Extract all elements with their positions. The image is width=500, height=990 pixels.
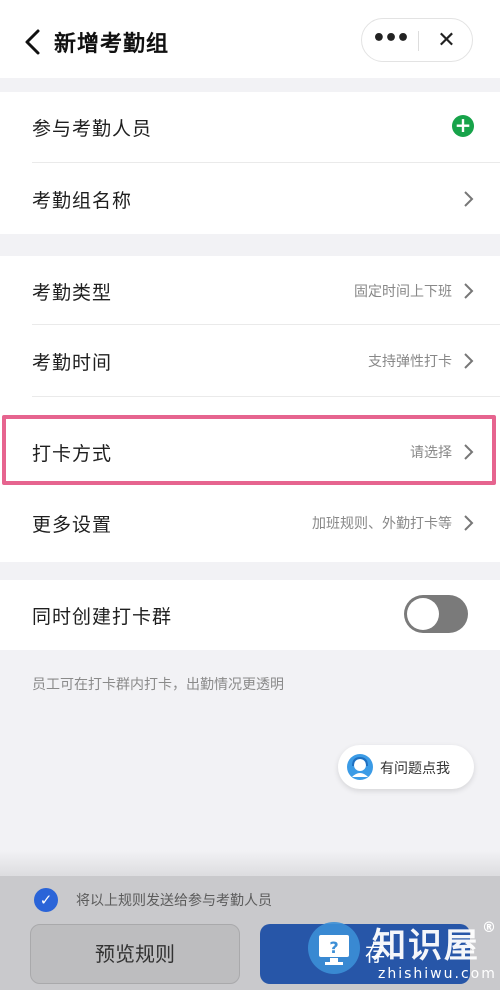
participants-row[interactable]: 参与考勤人员 [0, 92, 500, 162]
divider [32, 396, 500, 397]
group-name-label: 考勤组名称 [32, 190, 133, 212]
watermark-url: zhishiwu.com [378, 966, 497, 982]
more-settings-value: 加班规则、外勤打卡等 [312, 516, 452, 532]
page-title: 新增考勤组 [54, 32, 170, 57]
help-button[interactable]: 有问题点我 [338, 745, 474, 789]
preview-rules-button[interactable]: 预览规则 [30, 924, 240, 984]
close-button[interactable]: ✕ [419, 19, 474, 63]
watermark-registered: ® [482, 920, 496, 936]
attendance-type-label: 考勤类型 [32, 282, 113, 304]
chevron-right-icon [464, 191, 474, 207]
send-rules-label: 将以上规则发送给参与考勤人员 [76, 893, 272, 909]
help-button-label: 有问题点我 [380, 761, 450, 777]
support-avatar-icon [347, 754, 373, 780]
group-name-row[interactable]: 考勤组名称 [0, 164, 500, 234]
back-arrow-icon[interactable] [22, 28, 44, 56]
divider [32, 162, 500, 163]
chevron-right-icon [464, 353, 474, 369]
more-menu-button[interactable]: ••• [362, 19, 418, 63]
mini-program-capsule: ••• ✕ [361, 18, 473, 62]
highlight-box [2, 415, 496, 485]
send-rules-checkbox[interactable]: ✓ [34, 888, 58, 912]
create-punch-group-label: 同时创建打卡群 [32, 606, 173, 628]
more-settings-label: 更多设置 [32, 514, 113, 536]
chevron-right-icon [464, 283, 474, 299]
attendance-time-label: 考勤时间 [32, 352, 113, 374]
hint-text: 员工可在打卡群内打卡，出勤情况更透明 [32, 677, 284, 693]
watermark-monitor-icon: ? [308, 922, 360, 974]
watermark-text: 知识屋 [372, 926, 480, 966]
participants-label: 参与考勤人员 [32, 118, 153, 140]
attendance-type-value: 固定时间上下班 [354, 284, 452, 300]
nav-header: 新增考勤组 ••• ✕ [0, 0, 500, 78]
more-settings-row[interactable]: 更多设置 加班规则、外勤打卡等 [0, 488, 500, 558]
add-participant-icon[interactable]: + [452, 115, 474, 137]
create-punch-group-toggle[interactable] [404, 595, 468, 633]
divider [32, 324, 500, 325]
toggle-knob [407, 598, 439, 630]
attendance-time-value: 支持弹性打卡 [368, 354, 452, 370]
attendance-type-row[interactable]: 考勤类型 固定时间上下班 [0, 256, 500, 326]
chevron-right-icon [464, 515, 474, 531]
svg-text:?: ? [329, 938, 338, 957]
attendance-time-row[interactable]: 考勤时间 支持弹性打卡 [0, 326, 500, 396]
